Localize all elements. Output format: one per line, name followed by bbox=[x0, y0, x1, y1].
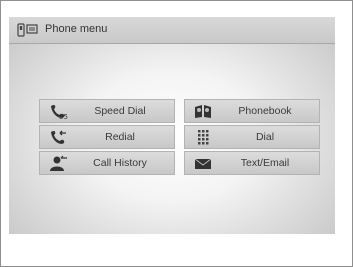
phonebook-icon bbox=[193, 103, 213, 120]
envelope-icon bbox=[193, 155, 213, 172]
phone-menu-icon bbox=[17, 23, 39, 37]
dial-label: Dial bbox=[255, 131, 275, 143]
phonebook-button[interactable]: Phonebook bbox=[184, 99, 320, 123]
svg-text:55: 55 bbox=[59, 113, 68, 120]
redial-button[interactable]: Redial bbox=[39, 125, 175, 149]
phone-menu-screen: Phone menu 55 Speed Dial Phonebook Redia… bbox=[9, 17, 335, 234]
redial-label: Redial bbox=[105, 131, 135, 143]
text-email-button[interactable]: Text/Email bbox=[184, 151, 320, 175]
dial-button[interactable]: Dial bbox=[184, 125, 320, 149]
text-email-label: Text/Email bbox=[240, 157, 290, 169]
page-title: Phone menu bbox=[45, 23, 108, 35]
call-history-button[interactable]: Call History bbox=[39, 151, 175, 175]
speed-dial-icon: 55 bbox=[48, 103, 68, 121]
redial-icon bbox=[48, 129, 68, 146]
header-bar: Phone menu bbox=[9, 17, 335, 44]
dial-keypad-icon bbox=[193, 129, 213, 146]
speed-dial-label: Speed Dial bbox=[94, 105, 146, 117]
phonebook-label: Phonebook bbox=[238, 105, 292, 117]
call-history-label: Call History bbox=[93, 157, 147, 169]
call-history-icon bbox=[48, 155, 68, 172]
speed-dial-button[interactable]: 55 Speed Dial bbox=[39, 99, 175, 123]
screenshot-frame: Phone menu 55 Speed Dial Phonebook Redia… bbox=[0, 0, 353, 267]
